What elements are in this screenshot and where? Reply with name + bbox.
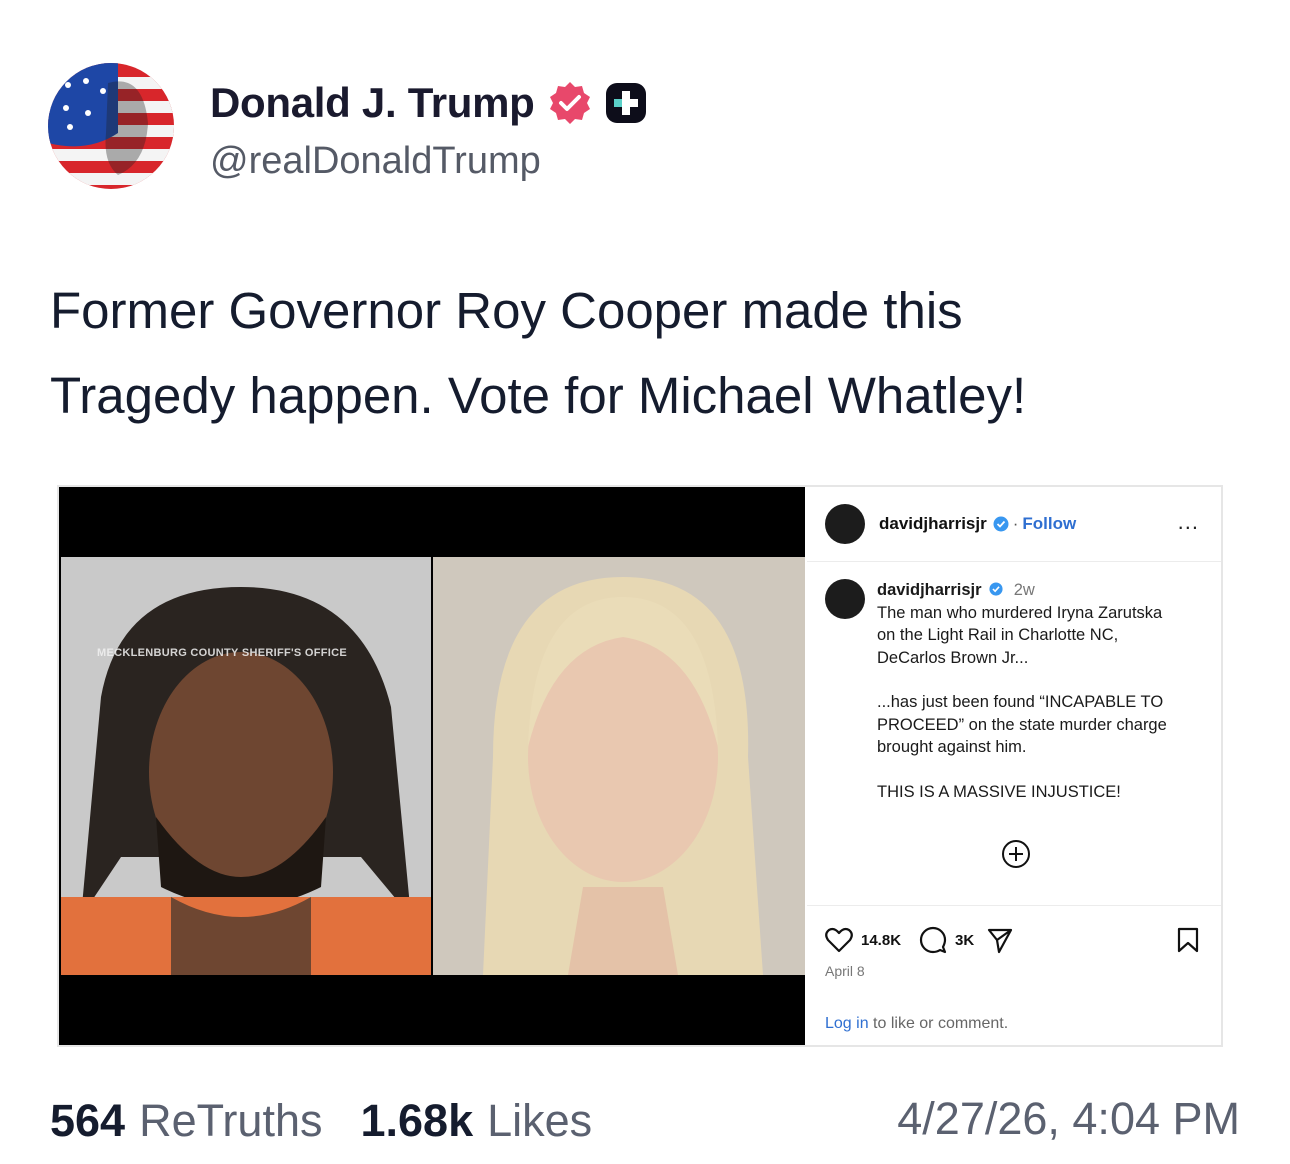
login-link[interactable]: Log in xyxy=(825,1015,869,1032)
follow-button[interactable]: Follow xyxy=(1022,514,1076,534)
author-block: Donald J. Trump @realDonaldTrump xyxy=(210,70,647,183)
caption-line: DeCarlos Brown Jr... xyxy=(877,648,1029,667)
mugshot-photo: MECKLENBURG COUNTY SHERIFF'S OFFICE xyxy=(61,557,431,975)
post-timestamp: 4/27/26, 4:04 PM xyxy=(897,1093,1240,1144)
display-name[interactable]: Donald J. Trump xyxy=(210,79,535,127)
instagram-actions: 14.8K 3K xyxy=(825,925,1205,955)
share-icon[interactable] xyxy=(986,926,1014,954)
handle[interactable]: @realDonaldTrump xyxy=(210,140,647,183)
verified-badge-icon xyxy=(549,81,590,124)
separator-dot: · xyxy=(1012,514,1019,533)
likes-count: 14.8K xyxy=(861,931,902,949)
embedded-image[interactable]: MECKLENBURG COUNTY SHERIFF'S OFFICE davi… xyxy=(57,485,1223,1047)
caption-avatar[interactable] xyxy=(825,579,865,619)
post-header: Donald J. Trump @realDonaldTrump xyxy=(48,62,647,190)
post-text: Former Governor Roy Cooper made this Tra… xyxy=(50,268,1230,438)
likes-count[interactable]: 1.68k xyxy=(360,1095,473,1147)
caption-line: The man who murdered Iryna Zarutska xyxy=(877,603,1163,622)
comment-icon[interactable] xyxy=(919,926,947,954)
login-prompt: Log in to like or comment. xyxy=(825,1015,1008,1033)
bookmark-icon[interactable] xyxy=(1177,927,1199,953)
instagram-header: davidjharrisjr · Follow ... xyxy=(807,487,1221,562)
post-text-line: Former Governor Roy Cooper made this xyxy=(50,282,963,339)
instagram-username[interactable]: davidjharrisjr xyxy=(879,514,987,534)
instagram-caption: davidjharrisjr 2w The man who murdered I… xyxy=(825,579,1205,803)
instagram-date: April 8 xyxy=(825,963,865,979)
caption-time: 2w xyxy=(1013,581,1035,599)
caption-username[interactable]: davidjharrisjr xyxy=(877,581,982,599)
caption-line: ...has just been found “INCAPABLE TO xyxy=(877,693,1164,711)
instagram-avatar[interactable] xyxy=(825,504,865,544)
truth-plus-icon xyxy=(605,82,646,123)
caption-verified-icon xyxy=(989,582,1003,596)
retruths-label[interactable]: ReTruths xyxy=(139,1095,322,1147)
caption-line: brought against him. xyxy=(877,738,1027,756)
sheriff-watermark: MECKLENBURG COUNTY SHERIFF'S OFFICE xyxy=(97,647,348,659)
caption-line: THIS IS A MASSIVE INJUSTICE! xyxy=(877,782,1121,801)
instagram-verified-icon xyxy=(993,516,1009,532)
caption-line: on the Light Rail in Charlotte NC, xyxy=(877,626,1119,644)
load-more-comments-icon[interactable] xyxy=(1001,839,1031,869)
comments-count: 3K xyxy=(955,931,975,949)
avatar[interactable] xyxy=(48,63,174,189)
login-prompt-text: to like or comment. xyxy=(868,1015,1009,1032)
caption-line: PROCEED” on the state murder charge xyxy=(877,715,1167,734)
more-options-icon[interactable]: ... xyxy=(1178,509,1199,535)
divider xyxy=(807,905,1221,906)
likes-label[interactable]: Likes xyxy=(487,1095,592,1147)
retruths-count[interactable]: 564 xyxy=(50,1095,125,1147)
instagram-post: davidjharrisjr · Follow ... davidjharris… xyxy=(807,487,1221,1045)
mugshot-panel: MECKLENBURG COUNTY SHERIFF'S OFFICE xyxy=(59,487,805,1045)
heart-icon[interactable] xyxy=(825,927,853,953)
post-stats: 564 ReTruths 1.68k Likes 4/27/26, 4:04 P… xyxy=(50,1093,1240,1149)
portrait-photo xyxy=(433,557,805,975)
post-text-line: Tragedy happen. Vote for Michael Whatley… xyxy=(50,367,1027,424)
